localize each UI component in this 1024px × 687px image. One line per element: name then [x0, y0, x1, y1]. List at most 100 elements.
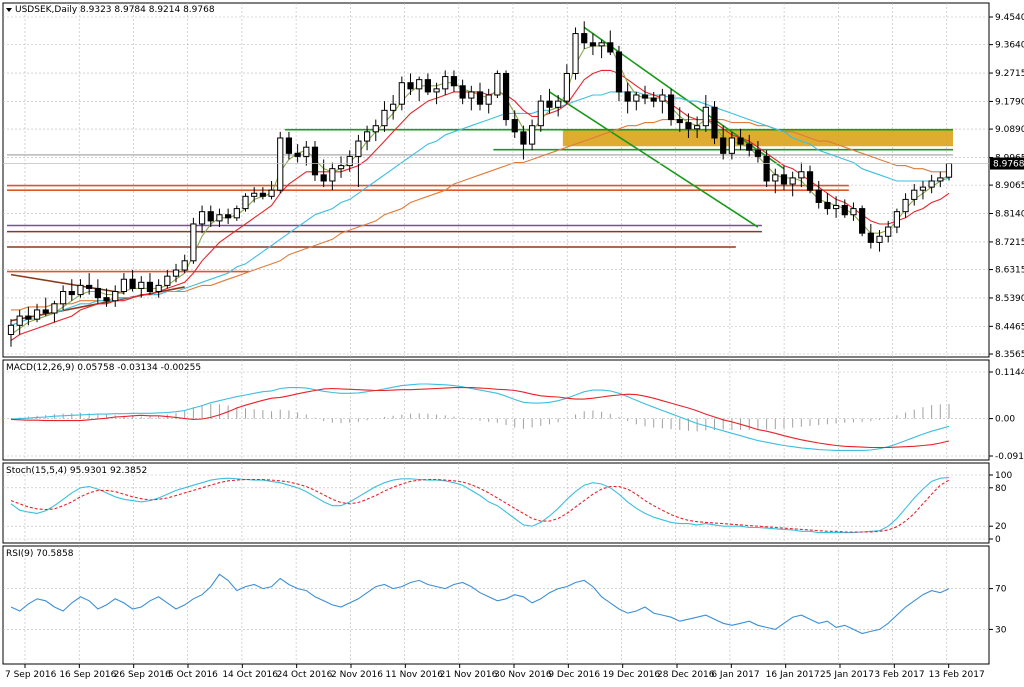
candle-body: [806, 171, 814, 191]
candle-body: [937, 177, 944, 182]
candle: [277, 131, 284, 194]
candle-body: [181, 260, 188, 271]
candle-body: [381, 109, 388, 127]
y-tick-label: 9.0890: [995, 125, 1024, 135]
candle-body: [259, 192, 266, 197]
candle-body: [198, 211, 206, 225]
candle-body: [537, 100, 544, 127]
candle-body: [789, 177, 796, 185]
candle-body: [103, 297, 110, 302]
candle-body: [919, 186, 927, 191]
candle-body: [945, 163, 953, 178]
candle-body: [120, 278, 128, 293]
y-tick-label: 0.00: [995, 415, 1015, 425]
candle-body: [607, 42, 614, 53]
candle-body: [555, 100, 562, 108]
x-tick-label: 13 Feb 2017: [929, 670, 985, 680]
candle-body: [294, 152, 301, 157]
y-tick-label: 70: [995, 585, 1007, 595]
candle-body: [363, 131, 371, 142]
chart-svg: 9.45409.36409.27159.17909.08908.99658.90…: [2, 2, 1024, 680]
candle: [242, 193, 249, 212]
candle-body: [277, 137, 284, 191]
candle-body: [676, 119, 683, 124]
x-tick-label: 25 Jan 2017: [820, 670, 874, 680]
candle-body: [68, 291, 75, 296]
candle-body: [459, 85, 466, 99]
candle: [311, 141, 319, 181]
price-panel-frame: [2, 2, 990, 358]
candle-body: [155, 284, 162, 293]
candle-body: [867, 232, 874, 243]
macd-panel-frame: [2, 359, 990, 461]
candle-body: [546, 100, 553, 108]
y-tick-label: 8.3565: [995, 350, 1024, 360]
candle-body: [902, 198, 909, 213]
candle-body: [598, 42, 605, 47]
y-tick-label: 20: [995, 522, 1007, 532]
candle-body: [337, 165, 345, 170]
candle-body: [511, 119, 518, 133]
y-tick-label: 8.4465: [995, 322, 1024, 332]
candle-body: [476, 91, 484, 105]
y-tick-label: 8.6315: [995, 266, 1024, 276]
candle-body: [754, 149, 762, 157]
candle-body: [33, 309, 41, 320]
candle-body: [529, 125, 536, 145]
candle-body: [346, 155, 353, 167]
y-tick-label: 9.2715: [995, 69, 1024, 79]
x-tick-label: 2 Nov 2016: [331, 670, 383, 680]
y-tick-label: 0: [995, 535, 1001, 545]
candle-body: [424, 79, 431, 93]
candle-body: [728, 137, 735, 154]
x-tick-label: 30 Nov 2016: [494, 670, 552, 680]
candle-body: [876, 235, 883, 243]
candle-body: [138, 281, 145, 289]
candle-body: [711, 106, 718, 139]
candle-body: [216, 214, 223, 222]
x-tick-label: 16 Jan 2017: [766, 670, 820, 680]
x-tick-label: 5 Oct 2016: [168, 670, 218, 680]
candle-body: [633, 94, 640, 102]
rsi-panel-frame: [2, 545, 990, 665]
candle-body: [233, 208, 240, 219]
x-tick-label: 11 Nov 2016: [385, 670, 443, 680]
candle-body: [911, 189, 918, 200]
candle-body: [398, 82, 405, 105]
candle-body: [772, 174, 779, 182]
candle-body: [225, 214, 232, 219]
candle-body: [303, 146, 310, 157]
x-tick-label: 16 Sep 2016: [59, 670, 116, 680]
candle-body: [737, 137, 744, 145]
candle-body: [7, 324, 15, 336]
candle-body: [581, 33, 588, 44]
candle-body: [77, 284, 84, 296]
grid-layer: [2, 2, 990, 665]
x-tick-label: 19 Dec 2016: [603, 670, 661, 680]
current-price-label: 8.9768: [993, 160, 1024, 170]
y-tick-label: -0.0918: [995, 452, 1024, 462]
y-tick-label: 9.3640: [995, 41, 1024, 51]
y-tick-label: 80: [995, 484, 1007, 494]
candle-body: [624, 91, 631, 102]
candle: [190, 217, 197, 264]
candle-body: [251, 192, 258, 197]
candle-body: [841, 205, 848, 216]
candle-body: [572, 33, 579, 74]
candle-body: [893, 211, 900, 228]
candle-body: [485, 94, 492, 105]
candle-body: [407, 82, 414, 90]
candle-body: [563, 72, 570, 102]
y-tick-label: 30: [995, 625, 1007, 635]
candle-body: [685, 122, 692, 130]
candle: [859, 205, 866, 237]
candle-body: [329, 168, 336, 182]
candle: [711, 101, 718, 145]
candle-body: [311, 146, 319, 176]
chart-root: 9.45409.36409.27159.17909.08908.99658.90…: [0, 0, 1024, 683]
candle-body: [589, 42, 597, 47]
x-tick-label: 14 Oct 2016: [222, 670, 278, 680]
y-tick-label: 100: [995, 471, 1012, 481]
candle-body: [86, 284, 93, 289]
candle-body: [746, 143, 753, 151]
